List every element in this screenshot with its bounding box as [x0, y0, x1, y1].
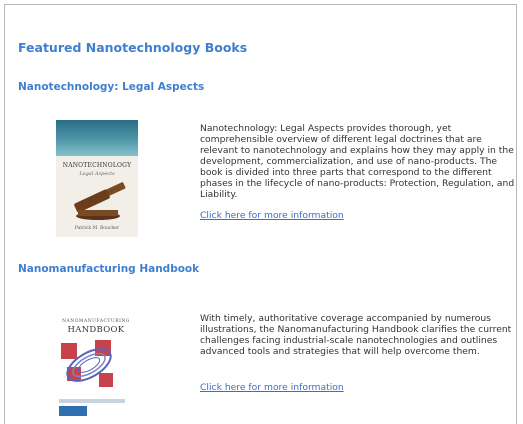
gavel-icon — [74, 182, 126, 220]
more-info-link-legal-aspects[interactable]: Click here for more information — [200, 210, 344, 221]
book-description-nanomanufacturing: With timely, authoritative coverage acco… — [200, 313, 512, 357]
page-title: Featured Nanotechnology Books — [18, 40, 248, 55]
book-description-legal-aspects: Nanotechnology: Legal Aspects provides t… — [200, 123, 515, 200]
cover-band — [59, 399, 125, 403]
book-title-legal-aspects[interactable]: Nanotechnology: Legal Aspects — [18, 81, 204, 93]
book-cover-nanomanufacturing[interactable]: NANOMANUFACTURING HANDBOOK — [55, 315, 137, 416]
more-info-link-nanomanufacturing[interactable]: Click here for more information — [200, 382, 344, 393]
cover-author: Patrick M. Boucher — [74, 226, 120, 231]
book-title-nanomanufacturing[interactable]: Nanomanufacturing Handbook — [18, 263, 199, 275]
cover-publisher-block — [59, 406, 87, 416]
book-cover-legal-aspects[interactable]: NANOTECHNOLOGY Legal Aspects Patrick M. … — [56, 120, 138, 237]
